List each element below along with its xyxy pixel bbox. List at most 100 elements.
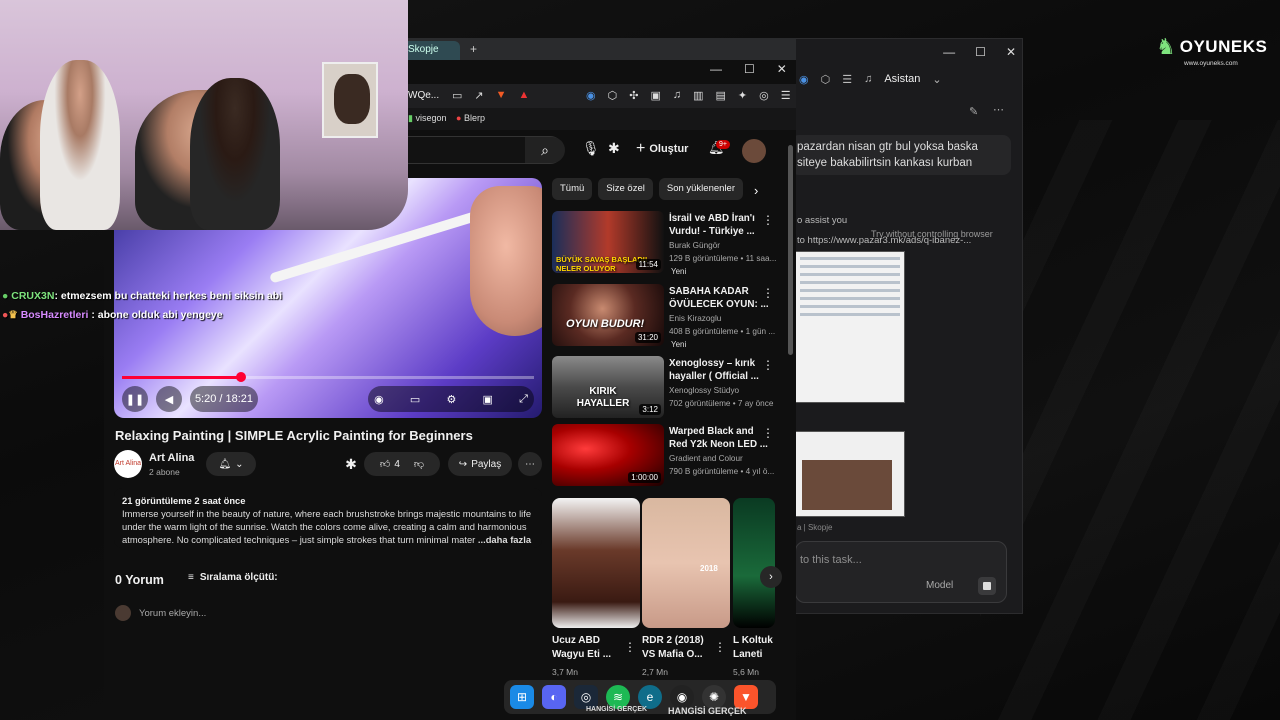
chevron-right-icon[interactable]: › — [754, 183, 758, 198]
short-thumbnail[interactable] — [733, 498, 775, 628]
menu-icon[interactable]: ☰ — [781, 89, 791, 102]
volume-icon[interactable]: ◀︎ — [156, 386, 182, 412]
address-bar[interactable]: WQe... ▭ ↗ ▼ ▲ ◉ ⬡ ✣ ▣ ♫ ▥ ▤ ✦ ◎ ☰ — [400, 84, 796, 108]
more-icon[interactable]: ⋮ — [762, 286, 774, 300]
duration-badge: 11:54 — [635, 259, 661, 270]
stop-button[interactable] — [978, 577, 996, 595]
bookmark-visegon[interactable]: ▮ visegon — [408, 113, 447, 124]
screenshot-preview[interactable] — [795, 251, 905, 403]
chip-all[interactable]: Tümü — [552, 178, 593, 200]
new-badge: Yeni — [671, 340, 687, 349]
assistant-label[interactable]: Asistan — [884, 73, 920, 85]
more-icon[interactable]: ⋯ — [993, 103, 1004, 116]
brave-shield-icon[interactable]: ▼ — [496, 89, 507, 102]
share-button[interactable]: ↪ Paylaş — [448, 452, 512, 476]
recommendation-item[interactable]: KIRIK HAYALLER 3:12 Xenoglossy – kırık h… — [552, 356, 788, 420]
wallet-icon[interactable]: ▤ — [716, 89, 726, 102]
fullscreen-icon[interactable]: ⤢ — [519, 393, 528, 406]
more-icon[interactable]: ⋮ — [762, 426, 774, 440]
menu-icon[interactable]: ☰ — [842, 73, 852, 86]
taskbar-thumbnail-label: HANGİSİ GERÇEK — [668, 706, 747, 716]
avatar — [115, 605, 131, 621]
short-thumbnail[interactable] — [552, 498, 640, 628]
chevron-right-icon[interactable]: › — [760, 566, 782, 588]
crown-icon: ♛ — [8, 309, 18, 321]
recommendation-item[interactable]: BÜYÜK SAVAŞ BAŞLADI! NELER OLUYOR 11:54 … — [552, 211, 788, 276]
short-title: RDR 2 (2018) VS Mafia O... — [642, 635, 704, 660]
subscribe-bell-button[interactable]: 🔔︎ ⌄ — [206, 452, 256, 476]
more-link[interactable]: ...daha fazla — [478, 534, 531, 545]
more-icon[interactable]: ⋯ — [518, 452, 542, 476]
audio-icon[interactable]: ◉ — [586, 89, 596, 102]
sparkle-icon[interactable]: ✦ — [738, 89, 747, 102]
sparkle-icon[interactable]: ✱ — [342, 452, 360, 476]
channel-name[interactable]: Art Alina — [149, 452, 194, 464]
recommendation-item[interactable]: OYUN BUDUR! 31:20 SABAHA KADAR ÖVÜLECEK … — [552, 284, 788, 349]
subtitles-icon[interactable]: ▭ — [410, 393, 420, 406]
search-icon[interactable]: ⌕ — [525, 137, 565, 163]
avatar[interactable] — [742, 139, 766, 163]
extension-icon[interactable]: ⬡ — [608, 89, 618, 102]
assistant-window: — ☐ ✕ ◉ ⬡ ☰ ♫ Asistan ⌄ ✎ ⋯ pazardan nis… — [790, 38, 1023, 614]
more-icon[interactable]: ⋮ — [762, 213, 774, 227]
chip-for-you[interactable]: Size özel — [598, 178, 653, 200]
recommendation-item[interactable]: 1:00:00 Warped Black and Red Y2k Neon LE… — [552, 424, 788, 488]
shield-icon[interactable]: ◉ — [799, 73, 809, 86]
search-input[interactable]: ⌕ — [400, 136, 565, 164]
chat-username: CRUX3N — [11, 290, 55, 302]
scrollbar[interactable] — [788, 145, 793, 355]
more-icon[interactable]: ⋮ — [624, 640, 636, 654]
music-icon[interactable]: ♫ — [673, 89, 681, 102]
rec-channel: Enis Kirazoglu — [669, 314, 722, 323]
chevron-down-icon[interactable]: ⌄ — [932, 73, 941, 86]
sort-button[interactable]: ≡ Sıralama ölçütü: — [188, 572, 278, 583]
new-tab-icon[interactable]: + — [470, 42, 477, 56]
logo-brand: OYUNEKS — [1179, 37, 1268, 56]
screenshot-caption: a | Skopje — [797, 523, 833, 532]
cast-icon[interactable]: ▭ — [452, 89, 462, 102]
sidebar-icon[interactable]: ▥ — [693, 89, 703, 102]
rewards-icon[interactable]: ▲ — [519, 89, 530, 102]
create-button[interactable]: + Oluştur — [636, 140, 688, 158]
pause-button[interactable]: ❚❚ — [122, 386, 148, 412]
edit-icon[interactable]: ✎ — [969, 105, 978, 118]
mic-icon[interactable]: 🎙︎ — [582, 140, 600, 157]
settings-icon[interactable]: ⚙ — [446, 393, 456, 406]
bookmark-blerp[interactable]: ● Blerp — [456, 113, 485, 123]
description-box[interactable]: 21 görüntüleme 2 saat önce Immerse yours… — [114, 488, 542, 548]
audio-icon[interactable]: ♫ — [864, 73, 872, 85]
box-icon[interactable]: ▣ — [650, 89, 660, 102]
close-icon[interactable]: ✕ — [1006, 45, 1016, 59]
more-icon[interactable]: ⋮ — [762, 358, 774, 372]
task-input[interactable]: to this task... Model — [795, 541, 1007, 603]
short-thumbnail[interactable]: 2018 — [642, 498, 730, 628]
close-icon[interactable]: ✕ — [777, 62, 787, 76]
discord-icon[interactable]: ◐ — [542, 685, 566, 709]
maximize-icon[interactable]: ☐ — [975, 45, 986, 59]
model-selector[interactable]: Model — [926, 580, 953, 591]
extension-icon[interactable]: ⬡ — [821, 73, 831, 86]
share-icon[interactable]: ↗ — [474, 89, 483, 102]
bookmarks-bar: ▮ visegon ● Blerp — [400, 108, 796, 130]
maximize-icon[interactable]: ☐ — [744, 62, 755, 76]
duration-badge: 3:12 — [639, 404, 661, 415]
notification-badge: 9+ — [716, 140, 730, 149]
puzzle-icon[interactable]: ✣ — [629, 89, 638, 102]
progress-bar[interactable] — [122, 372, 534, 382]
sparkle-icon[interactable]: ✱ — [608, 140, 620, 157]
vpn-icon[interactable]: ◎ — [759, 89, 769, 102]
screenshot-preview[interactable] — [795, 431, 905, 517]
more-icon[interactable]: ⋮ — [714, 640, 726, 654]
like-dislike-button[interactable]: 👍︎ 4 👎︎ — [364, 452, 440, 476]
minimize-icon[interactable]: — — [710, 62, 722, 76]
browser-tab[interactable]: Skopje — [400, 41, 460, 60]
progress-knob[interactable] — [236, 372, 247, 382]
windows-start-icon[interactable]: ⊞ — [510, 685, 534, 709]
channel-avatar[interactable]: Art Alina — [114, 450, 142, 478]
miniplayer-icon[interactable]: ▣ — [482, 393, 492, 406]
minimize-icon[interactable]: — — [943, 45, 955, 59]
add-comment[interactable]: Yorum ekleyin... — [115, 605, 206, 621]
description-text: Immerse yourself in the beauty of nature… — [122, 508, 532, 545]
chip-recent[interactable]: Son yüklenenler — [658, 178, 743, 200]
autoplay-toggle[interactable]: ◉ — [374, 393, 384, 406]
